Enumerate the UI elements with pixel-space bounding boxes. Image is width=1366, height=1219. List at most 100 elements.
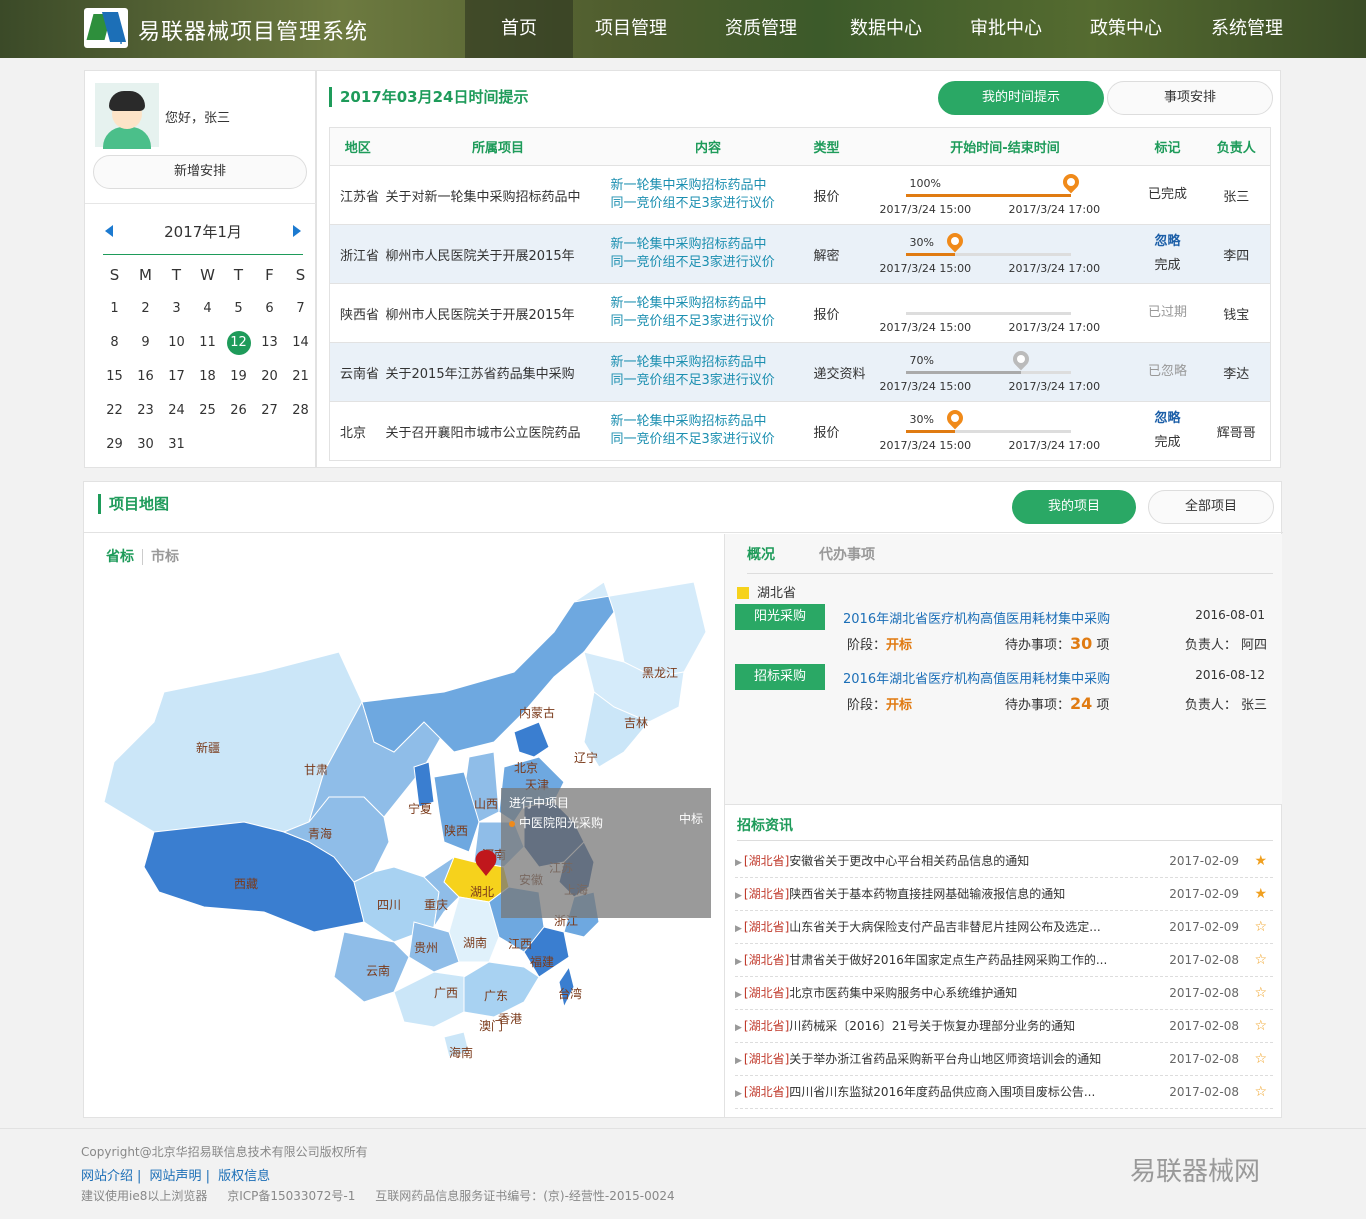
calendar-day[interactable]: 19: [223, 365, 254, 399]
calendar-day[interactable]: 29: [99, 433, 130, 467]
cell-mark[interactable]: 忽略 完成: [1132, 224, 1203, 284]
calendar-day[interactable]: 5: [223, 297, 254, 331]
calendar-day[interactable]: 6: [254, 297, 285, 331]
province-label: 湖北: [470, 884, 494, 899]
calendar-day[interactable]: 30: [130, 433, 161, 467]
calendar-day[interactable]: 26: [223, 399, 254, 433]
project-name[interactable]: 2016年湖北省医疗机构高值医用耗材集中采购: [843, 608, 1110, 627]
tab-city[interactable]: 市标: [151, 549, 179, 565]
calendar-day[interactable]: 7: [285, 297, 316, 331]
project-name[interactable]: 2016年湖北省医疗机构高值医用耗材集中采购: [843, 668, 1110, 687]
news-item[interactable]: ▶ [湖北省]陕西省关于基本药物直接挂网基础输液报信息的通知 2017-02-09 ★: [735, 878, 1273, 911]
star-icon[interactable]: ☆: [1254, 977, 1267, 1010]
nav-projects[interactable]: 项目管理: [573, 0, 689, 58]
calendar-day[interactable]: 11: [192, 331, 223, 365]
next-month-icon[interactable]: [293, 225, 301, 237]
table-row[interactable]: 江苏省 关于对新一轮集中采购招标药品中 新一轮集中采购招标药品中 同一竞价组不足3家进…: [329, 165, 1271, 225]
link-copyright[interactable]: 版权信息: [218, 1169, 270, 1184]
cell-mark[interactable]: 已过期: [1132, 283, 1203, 343]
tab-overview[interactable]: 概况: [747, 547, 775, 563]
calendar-day[interactable]: 15: [99, 365, 130, 399]
calendar-day[interactable]: 4: [192, 297, 223, 331]
cell-content[interactable]: 新一轮集中采购招标药品中 同一竞价组不足3家进行议价: [610, 165, 806, 225]
province-shape[interactable]: [513, 721, 550, 758]
cell-project[interactable]: 柳州市人民医院关于开展2015年: [385, 283, 611, 343]
cell-mark[interactable]: 忽略 完成: [1132, 401, 1203, 461]
schedule-button[interactable]: 事项安排: [1107, 81, 1273, 115]
calendar-day[interactable]: 27: [254, 399, 285, 433]
news-item[interactable]: ▶ [湖北省]川药械采〔2016〕21号关于恢复办理部分业务的通知 2017-02-…: [735, 1010, 1273, 1043]
calendar-day[interactable]: 23: [130, 399, 161, 433]
tooltip-item[interactable]: 中医院阳光采购: [509, 814, 603, 831]
calendar-day[interactable]: 16: [130, 365, 161, 399]
calendar-day[interactable]: 2: [130, 297, 161, 331]
nav-approval[interactable]: 审批中心: [939, 0, 1073, 58]
link-about[interactable]: 网站介绍: [81, 1169, 133, 1184]
news-item[interactable]: ▶ [湖北省]四川省川东监狱2016年度药品供应商入围项目废标公告... 2017-…: [735, 1076, 1273, 1109]
star-icon[interactable]: ☆: [1254, 1076, 1267, 1109]
province-shape[interactable]: [413, 761, 435, 808]
cell-mark[interactable]: 已忽略: [1132, 342, 1203, 402]
nav-policy[interactable]: 政策中心: [1073, 0, 1179, 58]
calendar-day[interactable]: 22: [99, 399, 130, 433]
project-item[interactable]: 阳光采购 2016年湖北省医疗机构高值医用耗材集中采购 2016-08-01 阶段：开…: [735, 604, 1275, 660]
cell-project[interactable]: 关于对新一轮集中采购招标药品中: [385, 165, 611, 225]
cell-project[interactable]: 关于2015年江苏省药品集中采购: [385, 342, 611, 402]
star-icon[interactable]: ★: [1254, 878, 1267, 911]
news-item[interactable]: ▶ [湖北省]安徽省关于更改中心平台相关药品信息的通知 2017-02-09 ★: [735, 845, 1273, 878]
calendar-day[interactable]: 8: [99, 331, 130, 365]
star-icon[interactable]: ☆: [1254, 911, 1267, 944]
project-item[interactable]: 招标采购 2016年湖北省医疗机构高值医用耗材集中采购 2016-08-12 阶段：开…: [735, 664, 1275, 720]
calendar-day[interactable]: 24: [161, 399, 192, 433]
news-item[interactable]: ▶ [湖北省]甘肃省关于做好2016年国家定点生产药品挂网采购工作的... 2017…: [735, 944, 1273, 977]
tab-province[interactable]: 省标: [106, 549, 134, 565]
link-statement[interactable]: 网站声明: [150, 1169, 202, 1184]
cell-project[interactable]: 柳州市人民医院关于开展2015年: [385, 224, 611, 284]
calendar-day[interactable]: 10: [161, 331, 192, 365]
calendar-day[interactable]: 9: [130, 331, 161, 365]
add-schedule-button[interactable]: 新增安排: [93, 155, 307, 189]
table-row[interactable]: 陕西省 柳州市人民医院关于开展2015年 新一轮集中采购招标药品中 同一竞价组不足3家…: [329, 283, 1271, 343]
nav-qualification[interactable]: 资质管理: [689, 0, 833, 58]
calendar-day[interactable]: 21: [285, 365, 316, 399]
table-row[interactable]: 北京 关于召开襄阳市城市公立医院药品 新一轮集中采购招标药品中 同一竞价组不足3家进行…: [329, 401, 1271, 461]
nav-data-center[interactable]: 数据中心: [833, 0, 939, 58]
calendar-day[interactable]: 18: [192, 365, 223, 399]
calendar-day[interactable]: 25: [192, 399, 223, 433]
calendar-day[interactable]: 17: [161, 365, 192, 399]
cell-content[interactable]: 新一轮集中采购招标药品中 同一竞价组不足3家进行议价: [610, 224, 806, 284]
star-icon[interactable]: ☆: [1254, 1043, 1267, 1076]
cell-content[interactable]: 新一轮集中采购招标药品中 同一竞价组不足3家进行议价: [610, 342, 806, 402]
news-item[interactable]: ▶ [湖北省]北京市医药集中采购服务中心系统维护通知 2017-02-08 ☆: [735, 977, 1273, 1010]
logo[interactable]: +: [84, 8, 128, 48]
calendar-day[interactable]: 3: [161, 297, 192, 331]
province-label: 吉林: [624, 716, 648, 730]
project-tag: 阳光采购: [735, 604, 825, 630]
calendar-day[interactable]: 13: [254, 331, 285, 365]
news-item[interactable]: ▶ [湖北省]关于举办浙江省药品采购新平台舟山地区师资培训会的通知 2017-02-…: [735, 1043, 1273, 1076]
cell-content[interactable]: 新一轮集中采购招标药品中 同一竞价组不足3家进行议价: [610, 401, 806, 461]
calendar-day[interactable]: 31: [161, 433, 192, 467]
calendar-day[interactable]: 12: [223, 331, 254, 365]
calendar-day[interactable]: 28: [285, 399, 316, 433]
calendar-day[interactable]: 14: [285, 331, 316, 365]
calendar-day[interactable]: 20: [254, 365, 285, 399]
nav-home[interactable]: 首页: [465, 0, 573, 58]
news-item[interactable]: ▶ [湖北省]山东省关于大病保险支付产品吉非替尼片挂网公布及选定... 2017-0…: [735, 911, 1273, 944]
my-projects-button[interactable]: 我的项目: [1012, 490, 1136, 524]
calendar-day[interactable]: 1: [99, 297, 130, 331]
star-icon[interactable]: ☆: [1254, 944, 1267, 977]
star-icon[interactable]: ★: [1254, 845, 1267, 878]
tab-todo[interactable]: 代办事项: [819, 547, 875, 563]
star-icon[interactable]: ☆: [1254, 1010, 1267, 1043]
all-projects-button[interactable]: 全部项目: [1148, 490, 1274, 524]
my-reminder-button[interactable]: 我的时间提示: [938, 81, 1104, 115]
table-row[interactable]: 浙江省 柳州市人民医院关于开展2015年 新一轮集中采购招标药品中 同一竞价组不足3家…: [329, 224, 1271, 284]
cell-project[interactable]: 关于召开襄阳市城市公立医院药品: [385, 401, 611, 461]
cell-content[interactable]: 新一轮集中采购招标药品中 同一竞价组不足3家进行议价: [610, 283, 806, 343]
nav-system[interactable]: 系统管理: [1179, 0, 1315, 58]
table-row[interactable]: 云南省 关于2015年江苏省药品集中采购 新一轮集中采购招标药品中 同一竞价组不足3家…: [329, 342, 1271, 402]
province-shape[interactable]: [361, 582, 615, 753]
province-label: 青海: [308, 826, 332, 841]
cell-mark[interactable]: 已完成: [1132, 165, 1203, 225]
